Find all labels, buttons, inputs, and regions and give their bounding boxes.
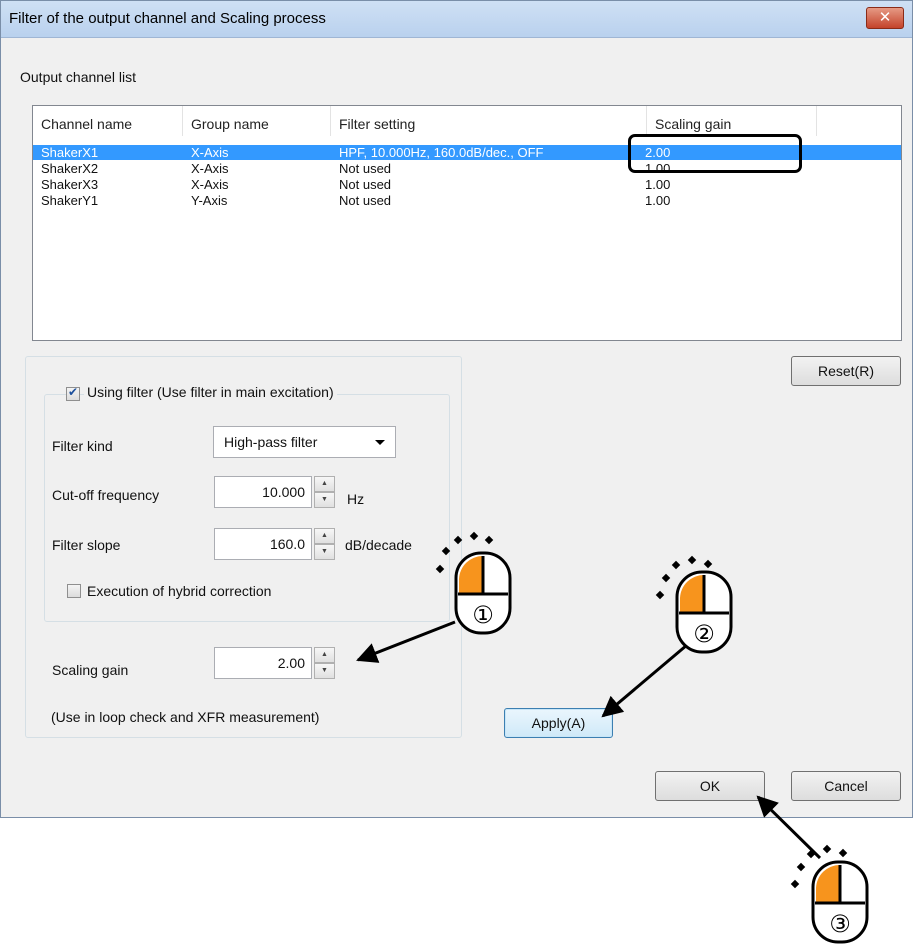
- cell-channel: ShakerX2: [41, 161, 99, 176]
- table-row-shakerx3[interactable]: ShakerX3 X-Axis Not used 1.00: [33, 177, 901, 192]
- filter-slope-unit: dB/decade: [345, 537, 412, 553]
- filter-slope-input[interactable]: 160.0: [214, 528, 312, 560]
- cell-group: X-Axis: [191, 145, 229, 160]
- close-button[interactable]: ✕: [866, 7, 904, 29]
- column-header-scaling-gain[interactable]: Scaling gain: [647, 106, 817, 136]
- step-3-number: ③: [829, 910, 851, 938]
- cell-channel: ShakerX3: [41, 177, 99, 192]
- cutoff-frequency-input[interactable]: 10.000: [214, 476, 312, 508]
- cell-filter: Not used: [339, 193, 392, 208]
- title-bar[interactable]: Filter of the output channel and Scaling…: [1, 1, 912, 38]
- using-filter-checkbox[interactable]: [66, 385, 80, 401]
- spin-up-icon[interactable]: ▲: [314, 476, 335, 492]
- spin-down-icon[interactable]: ▼: [314, 492, 335, 508]
- close-icon: ✕: [878, 9, 892, 26]
- chevron-down-icon: [375, 440, 385, 445]
- cell-channel: ShakerY1: [41, 193, 99, 208]
- cell-filter: Not used: [339, 177, 392, 192]
- table-row-shakery1[interactable]: ShakerY1 Y-Axis Not used 1.00: [33, 193, 901, 208]
- scaling-gain-highlight: [628, 134, 802, 173]
- cutoff-frequency-unit: Hz: [347, 491, 365, 507]
- cell-gain: 1.00: [645, 193, 671, 208]
- cell-gain: 1.00: [645, 177, 671, 192]
- scaling-gain-note: (Use in loop check and XFR measurement): [51, 709, 320, 725]
- spin-up-icon[interactable]: ▲: [314, 647, 335, 663]
- filter-kind-select[interactable]: High-pass filter: [213, 426, 396, 458]
- apply-button[interactable]: Apply(A): [504, 708, 613, 738]
- cell-group: X-Axis: [191, 177, 229, 192]
- spin-up-icon[interactable]: ▲: [314, 528, 335, 544]
- column-header-filter-setting[interactable]: Filter setting: [331, 106, 647, 136]
- cell-channel: ShakerX1: [41, 145, 99, 160]
- cancel-button[interactable]: Cancel: [791, 771, 901, 801]
- list-header: Channel name Group name Filter setting S…: [33, 106, 901, 136]
- reset-button[interactable]: Reset(R): [791, 356, 901, 386]
- output-channel-list-label: Output channel list: [20, 69, 136, 85]
- using-filter-label[interactable]: Using filter (Use filter in main excitat…: [84, 384, 337, 400]
- filter-scaling-dialog: Filter of the output channel and Scaling…: [0, 0, 913, 818]
- hybrid-correction-label[interactable]: Execution of hybrid correction: [87, 583, 271, 599]
- column-header-group-name[interactable]: Group name: [183, 106, 331, 136]
- scaling-gain-label: Scaling gain: [52, 662, 129, 678]
- cell-filter: HPF, 10.000Hz, 160.0dB/dec., OFF: [339, 145, 544, 160]
- filter-slope-spinner[interactable]: ▲ ▼: [314, 528, 335, 560]
- scaling-gain-input[interactable]: 2.00: [214, 647, 312, 679]
- hybrid-correction-checkbox[interactable]: [67, 584, 81, 598]
- spin-down-icon[interactable]: ▼: [314, 663, 335, 679]
- mouse-click-icon-3: ③: [790, 844, 869, 944]
- column-header-channel-name[interactable]: Channel name: [33, 106, 183, 136]
- scaling-gain-spinner[interactable]: ▲ ▼: [314, 647, 335, 679]
- filter-kind-value: High-pass filter: [224, 434, 318, 450]
- cutoff-frequency-spinner[interactable]: ▲ ▼: [314, 476, 335, 508]
- filter-slope-label: Filter slope: [52, 537, 121, 553]
- filter-kind-label: Filter kind: [52, 438, 113, 454]
- window-title: Filter of the output channel and Scaling…: [9, 10, 326, 27]
- cutoff-frequency-label: Cut-off frequency: [52, 487, 160, 503]
- cell-group: X-Axis: [191, 161, 229, 176]
- spin-down-icon[interactable]: ▼: [314, 544, 335, 560]
- cell-filter: Not used: [339, 161, 392, 176]
- cell-group: Y-Axis: [191, 193, 228, 208]
- ok-button[interactable]: OK: [655, 771, 765, 801]
